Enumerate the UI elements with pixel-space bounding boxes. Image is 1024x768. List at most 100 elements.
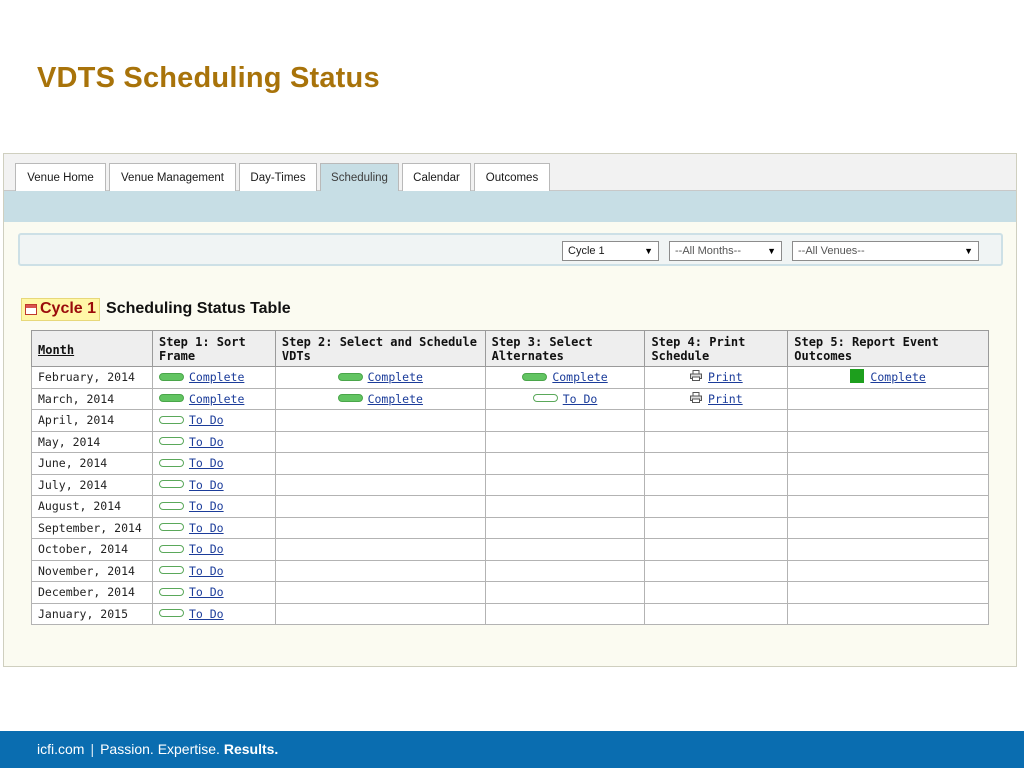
step1-status-link[interactable]: To Do bbox=[189, 499, 224, 513]
tab-scheduling[interactable]: Scheduling bbox=[320, 163, 399, 192]
step4-status-link[interactable]: Print bbox=[708, 392, 743, 406]
table-row: December, 2014 To Do bbox=[31, 581, 989, 604]
month-cell: November, 2014 bbox=[31, 559, 153, 582]
step3-status-link[interactable]: To Do bbox=[563, 392, 598, 406]
step1-cell: To Do bbox=[151, 409, 276, 432]
step1-status-link[interactable]: To Do bbox=[189, 542, 224, 556]
footer-bar: icfi.com | Passion. Expertise. Results. bbox=[0, 731, 1024, 768]
complete-pill-icon bbox=[158, 372, 184, 381]
month-cell: June, 2014 bbox=[31, 452, 153, 475]
step2-status-link[interactable]: Complete bbox=[368, 370, 423, 384]
footer-tagline-1: Passion. bbox=[100, 741, 154, 757]
step5-cell: Complete bbox=[787, 366, 989, 389]
step5-cell bbox=[787, 387, 989, 410]
step1-cell: To Do bbox=[151, 581, 276, 604]
step1-cell: To Do bbox=[151, 538, 276, 561]
column-header-step4: Step 4: Print Schedule bbox=[644, 330, 789, 367]
step5-cell bbox=[787, 581, 989, 604]
step3-cell bbox=[484, 581, 646, 604]
table-row: March, 2014 Complete Complete To Do Print bbox=[31, 387, 989, 410]
table-row: May, 2014 To Do bbox=[31, 430, 989, 453]
step3-cell bbox=[484, 473, 646, 496]
venues-select-value: --All Venues-- bbox=[798, 245, 865, 257]
table-body: February, 2014 Complete Complete Complete Pr… bbox=[31, 366, 989, 625]
step1-status-link[interactable]: Complete bbox=[189, 392, 244, 406]
slide-title: VDTS Scheduling Status bbox=[37, 62, 380, 94]
todo-pill-icon bbox=[158, 609, 184, 618]
complete-pill-icon bbox=[522, 372, 548, 381]
step1-cell: To Do bbox=[151, 452, 276, 475]
step3-cell bbox=[484, 559, 646, 582]
todo-pill-icon bbox=[158, 544, 184, 553]
step1-status-link[interactable]: To Do bbox=[189, 413, 224, 427]
tab-day-times[interactable]: Day-Times bbox=[239, 163, 317, 192]
step1-status-link[interactable]: To Do bbox=[189, 521, 224, 535]
scheduling-status-table: Month Step 1: Sort Frame Step 2: Select … bbox=[31, 330, 989, 625]
step3-cell: Complete bbox=[484, 366, 646, 389]
step1-status-link[interactable]: To Do bbox=[189, 585, 224, 599]
step4-cell bbox=[644, 559, 789, 582]
cycle-badge-label: Cycle 1 bbox=[40, 300, 97, 317]
months-select[interactable]: --All Months-- ▼ bbox=[669, 241, 782, 261]
calendar-icon bbox=[25, 303, 37, 315]
step1-status-link[interactable]: To Do bbox=[189, 607, 224, 621]
step5-status-link[interactable]: Complete bbox=[870, 370, 925, 384]
step1-status-link[interactable]: To Do bbox=[189, 478, 224, 492]
step4-cell bbox=[644, 495, 789, 518]
chevron-down-icon: ▼ bbox=[964, 246, 973, 256]
step3-status-link[interactable]: Complete bbox=[552, 370, 607, 384]
step2-cell bbox=[274, 473, 486, 496]
step2-cell bbox=[274, 581, 486, 604]
step2-status-link[interactable]: Complete bbox=[368, 392, 423, 406]
table-header-row: Month Step 1: Sort Frame Step 2: Select … bbox=[31, 330, 989, 367]
column-header-step5: Step 5: Report Event Outcomes bbox=[787, 330, 989, 367]
printer-icon bbox=[690, 370, 703, 382]
step1-status-link[interactable]: To Do bbox=[189, 456, 224, 470]
step2-cell bbox=[274, 559, 486, 582]
tab-calendar[interactable]: Calendar bbox=[402, 163, 471, 192]
month-cell: April, 2014 bbox=[31, 409, 153, 432]
chevron-down-icon: ▼ bbox=[767, 246, 776, 256]
step5-cell bbox=[787, 538, 989, 561]
tab-outcomes[interactable]: Outcomes bbox=[474, 163, 550, 192]
tab-venue-management[interactable]: Venue Management bbox=[109, 163, 236, 192]
step2-cell bbox=[274, 409, 486, 432]
month-cell: July, 2014 bbox=[31, 473, 153, 496]
step1-status-link[interactable]: Complete bbox=[189, 370, 244, 384]
step3-cell bbox=[484, 452, 646, 475]
month-cell: August, 2014 bbox=[31, 495, 153, 518]
step2-cell bbox=[274, 602, 486, 625]
step4-cell bbox=[644, 452, 789, 475]
step2-cell bbox=[274, 495, 486, 518]
todo-pill-icon bbox=[158, 566, 184, 575]
column-header-step1: Step 1: Sort Frame bbox=[151, 330, 276, 367]
step5-cell bbox=[787, 495, 989, 518]
table-row: September, 2014 To Do bbox=[31, 516, 989, 539]
table-row: January, 2015 To Do bbox=[31, 602, 989, 625]
step2-cell: Complete bbox=[274, 387, 486, 410]
todo-pill-icon bbox=[532, 394, 558, 403]
step3-cell bbox=[484, 602, 646, 625]
venues-select[interactable]: --All Venues-- ▼ bbox=[792, 241, 979, 261]
step5-cell bbox=[787, 559, 989, 582]
green-square-icon bbox=[850, 368, 865, 383]
column-header-month[interactable]: Month bbox=[31, 330, 153, 367]
tab-venue-home[interactable]: Venue Home bbox=[15, 163, 106, 192]
step1-status-link[interactable]: To Do bbox=[189, 435, 224, 449]
cycle-select[interactable]: Cycle 1 ▼ bbox=[562, 241, 659, 261]
month-cell: December, 2014 bbox=[31, 581, 153, 604]
app-window: Venue Home Venue Management Day-Times Sc… bbox=[3, 153, 1017, 667]
step5-cell bbox=[787, 516, 989, 539]
step1-status-link[interactable]: To Do bbox=[189, 564, 224, 578]
todo-pill-icon bbox=[158, 501, 184, 510]
step2-cell bbox=[274, 538, 486, 561]
month-cell: February, 2014 bbox=[31, 366, 153, 389]
step2-cell bbox=[274, 452, 486, 475]
footer-separator: | bbox=[90, 741, 95, 757]
step4-status-link[interactable]: Print bbox=[708, 370, 743, 384]
step4-cell bbox=[644, 409, 789, 432]
step4-cell bbox=[644, 473, 789, 496]
todo-pill-icon bbox=[158, 458, 184, 467]
todo-pill-icon bbox=[158, 523, 184, 532]
column-header-step2: Step 2: Select and Schedule VDTs bbox=[274, 330, 486, 367]
